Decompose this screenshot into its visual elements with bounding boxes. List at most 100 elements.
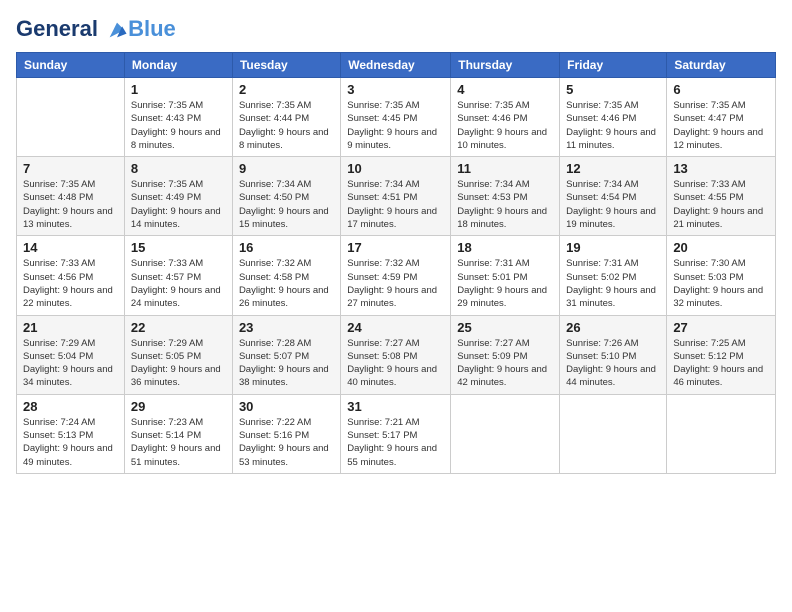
day-cell: 10 Sunrise: 7:34 AMSunset: 4:51 PMDayligh… bbox=[341, 157, 451, 236]
day-info: Sunrise: 7:23 AMSunset: 5:14 PMDaylight:… bbox=[131, 416, 226, 469]
day-number: 31 bbox=[347, 399, 444, 414]
day-cell: 14Sunrise: 7:33 AMSunset: 4:56 PMDayligh… bbox=[17, 236, 125, 315]
day-number: 9 bbox=[239, 161, 334, 176]
day-number: 17 bbox=[347, 240, 444, 255]
day-info: Sunrise: 7:34 AMSunset: 4:54 PMDaylight:… bbox=[566, 178, 660, 231]
calendar-body: 1 Sunrise: 7:35 AMSunset: 4:43 PMDaylight… bbox=[17, 78, 776, 474]
day-number: 1 bbox=[131, 82, 226, 97]
day-info: Sunrise: 7:26 AMSunset: 5:10 PMDaylight:… bbox=[566, 337, 660, 390]
header-cell-wednesday: Wednesday bbox=[341, 53, 451, 78]
day-info: Sunrise: 7:35 AMSunset: 4:44 PMDaylight:… bbox=[239, 99, 334, 152]
day-info: Sunrise: 7:35 AMSunset: 4:46 PMDaylight:… bbox=[566, 99, 660, 152]
day-info: Sunrise: 7:34 AMSunset: 4:53 PMDaylight:… bbox=[457, 178, 553, 231]
day-cell: 13 Sunrise: 7:33 AMSunset: 4:55 PMDayligh… bbox=[667, 157, 776, 236]
header-cell-tuesday: Tuesday bbox=[232, 53, 340, 78]
day-number: 16 bbox=[239, 240, 334, 255]
day-cell: 16Sunrise: 7:32 AMSunset: 4:58 PMDayligh… bbox=[232, 236, 340, 315]
day-number: 11 bbox=[457, 161, 553, 176]
day-number: 14 bbox=[23, 240, 118, 255]
day-cell: 12Sunrise: 7:34 AMSunset: 4:54 PMDayligh… bbox=[560, 157, 667, 236]
day-info: Sunrise: 7:35 AMSunset: 4:47 PMDaylight:… bbox=[673, 99, 769, 152]
day-number: 28 bbox=[23, 399, 118, 414]
header-cell-thursday: Thursday bbox=[451, 53, 560, 78]
day-info: Sunrise: 7:32 AMSunset: 4:59 PMDaylight:… bbox=[347, 257, 444, 310]
day-number: 3 bbox=[347, 82, 444, 97]
day-info: Sunrise: 7:34 AMSunset: 4:51 PMDaylight:… bbox=[347, 178, 444, 231]
week-row-4: 28Sunrise: 7:24 AMSunset: 5:13 PMDayligh… bbox=[17, 394, 776, 473]
day-info: Sunrise: 7:31 AMSunset: 5:02 PMDaylight:… bbox=[566, 257, 660, 310]
day-cell: 31 Sunrise: 7:21 AMSunset: 5:17 PMDayligh… bbox=[341, 394, 451, 473]
day-info: Sunrise: 7:34 AMSunset: 4:50 PMDaylight:… bbox=[239, 178, 334, 231]
day-info: Sunrise: 7:27 AMSunset: 5:08 PMDaylight:… bbox=[347, 337, 444, 390]
day-number: 22 bbox=[131, 320, 226, 335]
day-number: 2 bbox=[239, 82, 334, 97]
day-cell: 29 Sunrise: 7:23 AMSunset: 5:14 PMDayligh… bbox=[124, 394, 232, 473]
day-info: Sunrise: 7:25 AMSunset: 5:12 PMDaylight:… bbox=[673, 337, 769, 390]
calendar-header: SundayMondayTuesdayWednesdayThursdayFrid… bbox=[17, 53, 776, 78]
header-cell-friday: Friday bbox=[560, 53, 667, 78]
day-info: Sunrise: 7:35 AMSunset: 4:48 PMDaylight:… bbox=[23, 178, 118, 231]
day-cell: 19 Sunrise: 7:31 AMSunset: 5:02 PMDayligh… bbox=[560, 236, 667, 315]
day-info: Sunrise: 7:28 AMSunset: 5:07 PMDaylight:… bbox=[239, 337, 334, 390]
day-cell: 28Sunrise: 7:24 AMSunset: 5:13 PMDayligh… bbox=[17, 394, 125, 473]
week-row-3: 21 Sunrise: 7:29 AMSunset: 5:04 PMDayligh… bbox=[17, 315, 776, 394]
day-cell: 4 Sunrise: 7:35 AMSunset: 4:46 PMDaylight… bbox=[451, 78, 560, 157]
day-number: 25 bbox=[457, 320, 553, 335]
header-cell-sunday: Sunday bbox=[17, 53, 125, 78]
logo-icon bbox=[106, 19, 128, 41]
day-cell: 21 Sunrise: 7:29 AMSunset: 5:04 PMDayligh… bbox=[17, 315, 125, 394]
day-number: 4 bbox=[457, 82, 553, 97]
page-container: General Blue SundayMondayTuesdayWednesda… bbox=[0, 0, 792, 482]
day-number: 13 bbox=[673, 161, 769, 176]
day-cell: 2 Sunrise: 7:35 AMSunset: 4:44 PMDaylight… bbox=[232, 78, 340, 157]
day-cell: 3 Sunrise: 7:35 AMSunset: 4:45 PMDaylight… bbox=[341, 78, 451, 157]
day-info: Sunrise: 7:29 AMSunset: 5:05 PMDaylight:… bbox=[131, 337, 226, 390]
day-cell: 9 Sunrise: 7:34 AMSunset: 4:50 PMDaylight… bbox=[232, 157, 340, 236]
day-info: Sunrise: 7:27 AMSunset: 5:09 PMDaylight:… bbox=[457, 337, 553, 390]
day-cell: 18Sunrise: 7:31 AMSunset: 5:01 PMDayligh… bbox=[451, 236, 560, 315]
day-cell: 30Sunrise: 7:22 AMSunset: 5:16 PMDayligh… bbox=[232, 394, 340, 473]
day-number: 19 bbox=[566, 240, 660, 255]
day-number: 26 bbox=[566, 320, 660, 335]
day-info: Sunrise: 7:21 AMSunset: 5:17 PMDaylight:… bbox=[347, 416, 444, 469]
day-info: Sunrise: 7:35 AMSunset: 4:46 PMDaylight:… bbox=[457, 99, 553, 152]
header-cell-monday: Monday bbox=[124, 53, 232, 78]
day-info: Sunrise: 7:33 AMSunset: 4:55 PMDaylight:… bbox=[673, 178, 769, 231]
day-cell: 17 Sunrise: 7:32 AMSunset: 4:59 PMDayligh… bbox=[341, 236, 451, 315]
day-number: 10 bbox=[347, 161, 444, 176]
day-cell: 26 Sunrise: 7:26 AMSunset: 5:10 PMDayligh… bbox=[560, 315, 667, 394]
day-cell: 6 Sunrise: 7:35 AMSunset: 4:47 PMDaylight… bbox=[667, 78, 776, 157]
day-info: Sunrise: 7:33 AMSunset: 4:57 PMDaylight:… bbox=[131, 257, 226, 310]
day-number: 21 bbox=[23, 320, 118, 335]
day-number: 15 bbox=[131, 240, 226, 255]
header: General Blue bbox=[16, 16, 776, 42]
day-cell: 24 Sunrise: 7:27 AMSunset: 5:08 PMDayligh… bbox=[341, 315, 451, 394]
day-info: Sunrise: 7:35 AMSunset: 4:45 PMDaylight:… bbox=[347, 99, 444, 152]
day-cell: 1 Sunrise: 7:35 AMSunset: 4:43 PMDaylight… bbox=[124, 78, 232, 157]
day-cell: 22 Sunrise: 7:29 AMSunset: 5:05 PMDayligh… bbox=[124, 315, 232, 394]
day-info: Sunrise: 7:29 AMSunset: 5:04 PMDaylight:… bbox=[23, 337, 118, 390]
header-row: SundayMondayTuesdayWednesdayThursdayFrid… bbox=[17, 53, 776, 78]
day-cell bbox=[560, 394, 667, 473]
week-row-0: 1 Sunrise: 7:35 AMSunset: 4:43 PMDaylight… bbox=[17, 78, 776, 157]
day-number: 6 bbox=[673, 82, 769, 97]
day-cell: 25 Sunrise: 7:27 AMSunset: 5:09 PMDayligh… bbox=[451, 315, 560, 394]
day-cell: 20 Sunrise: 7:30 AMSunset: 5:03 PMDayligh… bbox=[667, 236, 776, 315]
day-info: Sunrise: 7:35 AMSunset: 4:43 PMDaylight:… bbox=[131, 99, 226, 152]
day-cell: 15 Sunrise: 7:33 AMSunset: 4:57 PMDayligh… bbox=[124, 236, 232, 315]
day-number: 23 bbox=[239, 320, 334, 335]
day-number: 24 bbox=[347, 320, 444, 335]
day-cell: 23 Sunrise: 7:28 AMSunset: 5:07 PMDayligh… bbox=[232, 315, 340, 394]
logo: General Blue bbox=[16, 16, 176, 42]
calendar-table: SundayMondayTuesdayWednesdayThursdayFrid… bbox=[16, 52, 776, 474]
day-info: Sunrise: 7:22 AMSunset: 5:16 PMDaylight:… bbox=[239, 416, 334, 469]
day-cell: 11 Sunrise: 7:34 AMSunset: 4:53 PMDayligh… bbox=[451, 157, 560, 236]
day-number: 29 bbox=[131, 399, 226, 414]
day-info: Sunrise: 7:30 AMSunset: 5:03 PMDaylight:… bbox=[673, 257, 769, 310]
day-info: Sunrise: 7:35 AMSunset: 4:49 PMDaylight:… bbox=[131, 178, 226, 231]
week-row-2: 14Sunrise: 7:33 AMSunset: 4:56 PMDayligh… bbox=[17, 236, 776, 315]
day-number: 7 bbox=[23, 161, 118, 176]
logo-text: General bbox=[16, 17, 128, 41]
header-cell-saturday: Saturday bbox=[667, 53, 776, 78]
day-number: 20 bbox=[673, 240, 769, 255]
